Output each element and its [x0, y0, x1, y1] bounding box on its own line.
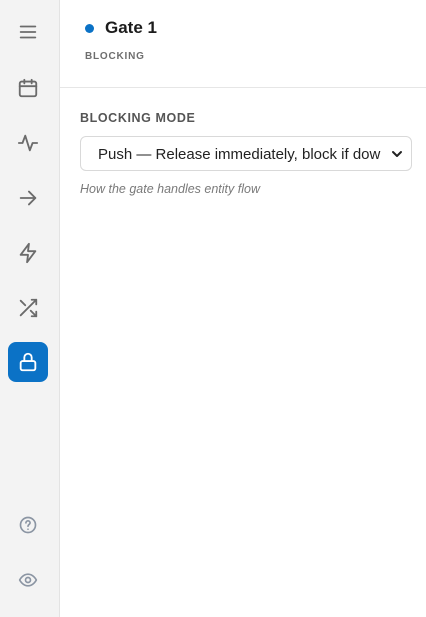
- lightning-icon: [19, 242, 37, 264]
- blocking-mode-value: Push — Release immediately, block if dow…: [98, 146, 381, 163]
- page-subtitle: BLOCKING: [85, 51, 145, 62]
- blocking-mode-help: How the gate handles entity flow: [80, 182, 260, 196]
- help-button[interactable]: [8, 505, 48, 545]
- shuffle-button[interactable]: [8, 288, 48, 328]
- sidebar: [0, 0, 60, 617]
- lightning-button[interactable]: [8, 233, 48, 273]
- chevron-down-icon: [392, 151, 402, 157]
- activity-button[interactable]: [8, 123, 48, 163]
- status-dot: [85, 24, 94, 33]
- page-title: Gate 1: [105, 18, 157, 37]
- panel-header: Gate 1 BLOCKING: [60, 0, 426, 88]
- arrow-right-button[interactable]: [8, 178, 48, 218]
- calendar-button[interactable]: [8, 68, 48, 108]
- menu-button[interactable]: [8, 12, 48, 52]
- properties-panel: Gate 1 BLOCKING BLOCKING MODE Push — Rel…: [60, 0, 426, 617]
- menu-icon: [19, 25, 37, 39]
- shuffle-icon: [19, 298, 38, 318]
- blocking-mode-select[interactable]: Push — Release immediately, block if dow…: [80, 136, 412, 171]
- lock-button[interactable]: [8, 342, 48, 382]
- activity-icon: [17, 134, 39, 152]
- calendar-icon: [18, 78, 38, 98]
- lock-icon: [19, 352, 37, 372]
- eye-icon: [18, 573, 38, 587]
- blocking-mode-label: BLOCKING MODE: [80, 111, 196, 125]
- help-circle-icon: [19, 516, 37, 534]
- arrow-right-icon: [19, 190, 37, 206]
- visibility-button[interactable]: [8, 560, 48, 600]
